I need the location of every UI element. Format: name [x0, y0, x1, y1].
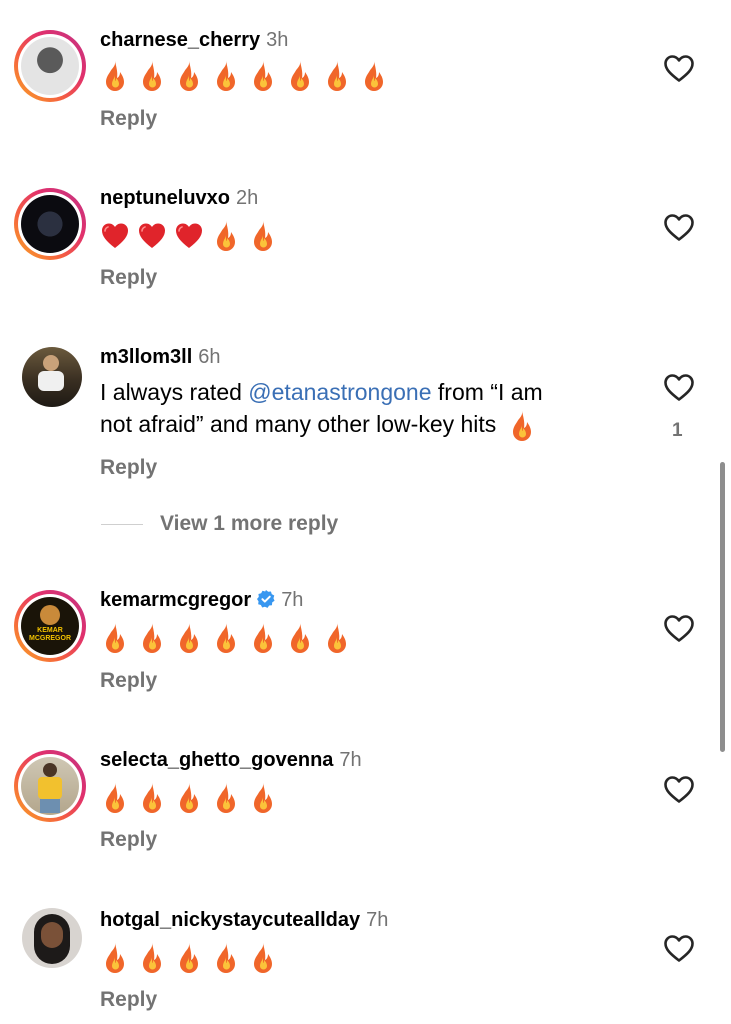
avatar-logo-text: KEMAR MCGREGOR [29, 627, 71, 642]
comment-time: 7h [281, 589, 304, 611]
comment-time: 2h [236, 187, 259, 209]
fire-emoji-icon [285, 622, 315, 654]
fire-emoji-icon [248, 60, 278, 92]
username[interactable]: kemarmcgregor [100, 589, 251, 611]
comment-text-line: not afraid” and many other low-key hits [100, 408, 544, 442]
fire-emoji-icon [211, 220, 241, 252]
scrollbar[interactable] [720, 462, 725, 752]
fire-emoji-icon [100, 782, 130, 814]
reply-button[interactable]: Reply [100, 266, 157, 290]
fire-emoji-icon [248, 220, 278, 252]
fire-emoji-icon [211, 60, 241, 92]
fire-emoji-icon [100, 622, 130, 654]
fire-emoji-icon [100, 60, 130, 92]
fire-emoji-icon [174, 622, 204, 654]
fire-emoji-icon [100, 942, 130, 974]
red-heart-emoji-icon [174, 220, 204, 252]
avatar [21, 195, 79, 253]
verified-badge-icon [257, 590, 275, 608]
comment-emojis [100, 940, 285, 974]
fire-emoji-icon [248, 942, 278, 974]
username[interactable]: hotgal_nickystaycuteallday [100, 909, 360, 931]
fire-emoji-icon [211, 622, 241, 654]
avatar: KEMAR MCGREGOR [21, 597, 79, 655]
like-heart-icon[interactable] [663, 933, 695, 963]
comment-emojis [100, 58, 396, 92]
red-heart-emoji-icon [137, 220, 167, 252]
fire-emoji-icon [507, 410, 537, 442]
like-heart-icon[interactable] [663, 774, 695, 804]
fire-emoji-icon [285, 60, 315, 92]
fire-emoji-icon [174, 60, 204, 92]
comment-time: 3h [266, 29, 289, 51]
like-heart-icon[interactable] [663, 372, 695, 402]
like-heart-icon[interactable] [663, 212, 695, 242]
fire-emoji-icon [174, 942, 204, 974]
comment-time: 7h [339, 749, 362, 771]
like-heart-icon[interactable] [663, 53, 695, 83]
comment-emojis [100, 620, 359, 654]
fire-emoji-icon [137, 60, 167, 92]
username[interactable]: charnese_cherry [100, 29, 260, 51]
avatar-story-ring[interactable] [14, 188, 86, 260]
fire-emoji-icon [322, 622, 352, 654]
red-heart-emoji-icon [100, 220, 130, 252]
avatar [21, 757, 79, 815]
comment-text: I always rated [100, 379, 249, 405]
fire-emoji-icon [211, 942, 241, 974]
comment-emojis [100, 218, 285, 252]
username[interactable]: m3llom3ll [100, 346, 192, 368]
avatar-story-ring[interactable] [14, 30, 86, 102]
avatar-story-ring[interactable]: KEMAR MCGREGOR [14, 590, 86, 662]
reply-button[interactable]: Reply [100, 669, 157, 693]
like-heart-icon[interactable] [663, 613, 695, 643]
reply-button[interactable]: Reply [100, 828, 157, 852]
reply-button[interactable]: Reply [100, 456, 157, 480]
avatar[interactable] [22, 347, 82, 407]
fire-emoji-icon [322, 60, 352, 92]
view-replies-divider [101, 524, 143, 525]
fire-emoji-icon [137, 782, 167, 814]
fire-emoji-icon [248, 622, 278, 654]
comment-time: 6h [198, 346, 221, 368]
fire-emoji-icon [211, 782, 241, 814]
view-more-replies-button[interactable]: View 1 more reply [160, 512, 338, 536]
like-count: 1 [672, 420, 683, 441]
reply-button[interactable]: Reply [100, 107, 157, 131]
username[interactable]: neptuneluvxo [100, 187, 230, 209]
username[interactable]: selecta_ghetto_govenna [100, 749, 333, 771]
mention-link[interactable]: @etanastrongone [248, 379, 431, 405]
comment-emojis [100, 780, 285, 814]
fire-emoji-icon [248, 782, 278, 814]
comment-text-line: I always rated @etanastrongone from “I a… [100, 376, 543, 409]
avatar-story-ring[interactable] [14, 750, 86, 822]
comment-text: from “I am [431, 379, 543, 405]
fire-emoji-icon [137, 622, 167, 654]
avatar [21, 37, 79, 95]
fire-emoji-icon [359, 60, 389, 92]
fire-emoji-icon [174, 782, 204, 814]
avatar[interactable] [22, 908, 82, 968]
comment-time: 7h [366, 909, 389, 931]
reply-button[interactable]: Reply [100, 988, 157, 1012]
comment-text: not afraid” and many other low-key hits [100, 411, 497, 437]
fire-emoji-icon [137, 942, 167, 974]
